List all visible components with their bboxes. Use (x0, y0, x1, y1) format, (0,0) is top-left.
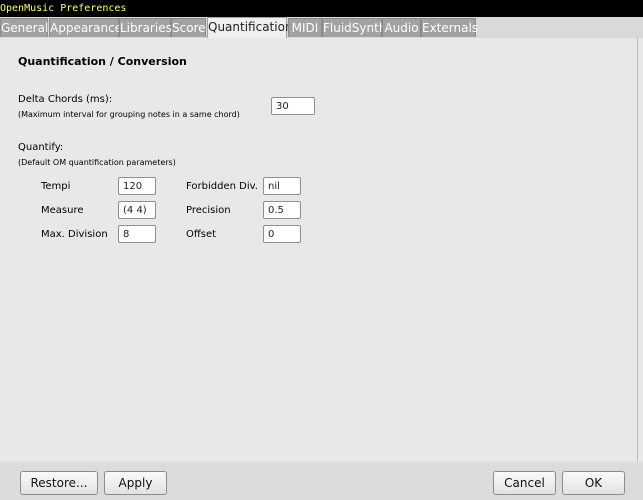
window-title: OpenMusic Preferences (0, 0, 643, 17)
tab-libraries[interactable]: Libraries (119, 18, 172, 37)
apply-button[interactable]: Apply (104, 471, 167, 495)
delta-chords-label: Delta Chords (ms): (18, 94, 113, 105)
tab-midi[interactable]: MIDI (288, 18, 322, 37)
measure-input[interactable] (118, 201, 156, 219)
section-title: Quantification / Conversion (18, 55, 187, 68)
tab-score[interactable]: Score (171, 18, 206, 37)
quantify-hint: (Default OM quantification parameters) (18, 158, 176, 167)
tempi-input[interactable] (118, 177, 156, 195)
tab-externals[interactable]: Externals (421, 18, 478, 37)
offset-input[interactable] (263, 225, 301, 243)
cancel-button[interactable]: Cancel (493, 471, 556, 495)
precision-label: Precision (186, 205, 231, 216)
max-division-input[interactable] (118, 225, 156, 243)
restore-button[interactable]: Restore... (20, 471, 98, 495)
tab-fluidsynth[interactable]: FluidSynth (322, 18, 386, 37)
forbidden-div-input[interactable] (263, 177, 301, 195)
offset-label: Offset (186, 229, 217, 240)
delta-chords-input[interactable] (271, 97, 315, 115)
tab-bar: General Appearance Libraries Score Quant… (0, 17, 643, 38)
precision-input[interactable] (263, 201, 301, 219)
tab-appearance[interactable]: Appearance (49, 18, 122, 37)
forbidden-div-label: Forbidden Div. (186, 181, 258, 192)
tab-audio[interactable]: Audio (382, 18, 421, 37)
ok-button[interactable]: OK (562, 471, 625, 495)
tempi-label: Tempi (41, 181, 71, 192)
tab-general[interactable]: General (0, 18, 48, 37)
tab-quantification[interactable]: Quantification (207, 17, 293, 38)
measure-label: Measure (41, 205, 84, 216)
quantify-label: Quantify: (18, 142, 64, 153)
delta-chords-hint: (Maximum interval for grouping notes in … (18, 110, 240, 119)
max-division-label: Max. Division (41, 229, 108, 240)
